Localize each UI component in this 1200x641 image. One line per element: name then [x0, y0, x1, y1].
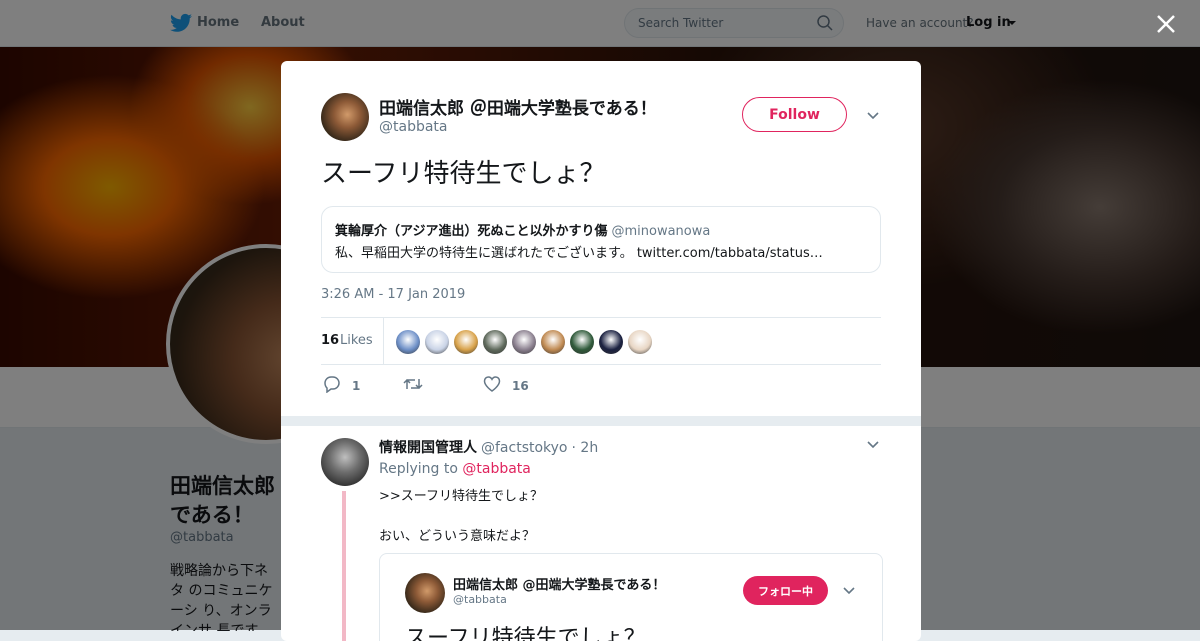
liker-avatar[interactable]	[396, 330, 420, 354]
stats-divider	[383, 318, 384, 364]
liker-avatar[interactable]	[425, 330, 449, 354]
liker-avatar[interactable]	[628, 330, 652, 354]
embed-author-name: 田端信太郎 @田端大学塾長である！	[453, 578, 666, 593]
quoted-author: 箕輪厚介（アジア進出）死ぬこと以外かすり傷 @minowanowa	[335, 220, 710, 239]
tweet-timestamp[interactable]: 3:26 AM - 17 Jan 2019	[321, 287, 465, 302]
tweet-author-name[interactable]: 田端信太郎 ＠田端大学塾長である！	[379, 94, 657, 119]
liker-avatar[interactable]	[570, 330, 594, 354]
replying-to: Replying to @tabbata	[379, 461, 531, 477]
tweet-text: スーフリ特待生でしょ？	[321, 159, 606, 189]
likes-count[interactable]: 16	[321, 333, 339, 348]
quoted-text: 私、早稲田大学の特待生に選ばれたでございます。 twitter.com/tabb…	[335, 246, 823, 261]
reply-author-handle[interactable]: @factstokyo	[481, 440, 568, 456]
embed-author-avatar	[405, 573, 445, 613]
following-button[interactable]: フォロー中	[743, 576, 828, 605]
replying-to-label: Replying to	[379, 461, 458, 477]
liker-avatar[interactable]	[512, 330, 536, 354]
like-count: 16	[512, 379, 529, 393]
embed-author-handle: @tabbata	[453, 593, 507, 606]
heart-icon[interactable]	[483, 375, 501, 393]
reply-icon[interactable]	[323, 375, 341, 393]
reply-count: 1	[352, 379, 361, 393]
chevron-down-icon[interactable]	[843, 587, 855, 595]
liker-avatar[interactable]	[483, 330, 507, 354]
follow-button[interactable]: Follow	[742, 97, 847, 132]
reply-text-line1: >>スーフリ特待生でしょ？	[379, 489, 544, 504]
close-icon[interactable]	[1155, 13, 1177, 35]
reply-author-avatar[interactable]	[321, 438, 369, 486]
liker-avatar[interactable]	[599, 330, 623, 354]
reply-time[interactable]: · 2h	[572, 440, 599, 456]
replies-separator	[281, 416, 921, 426]
replying-to-mention[interactable]: @tabbata	[462, 461, 531, 477]
liker-avatar[interactable]	[541, 330, 565, 354]
liker-avatar[interactable]	[454, 330, 478, 354]
reply-author-name[interactable]: 情報開国管理人	[379, 440, 477, 456]
reply-header: 情報開国管理人 @factstokyo · 2h	[379, 437, 598, 457]
retweet-icon[interactable]	[403, 375, 423, 393]
tweet-modal: 田端信太郎 ＠田端大学塾長である！ @tabbata Follow スーフリ特待…	[281, 61, 921, 641]
quoted-author-handle: @minowanowa	[611, 224, 711, 239]
reply-text-line2: おい、どういう意味だよ？	[379, 529, 536, 544]
embedded-tweet[interactable]: 田端信太郎 @田端大学塾長である！ @tabbata フォロー中 スーフリ特待生…	[379, 553, 883, 641]
thread-line	[342, 491, 346, 641]
tweet-stats: 16 Likes	[321, 317, 881, 365]
tweet-author-handle[interactable]: @tabbata	[379, 119, 448, 135]
quoted-author-name: 箕輪厚介（アジア進出）死ぬこと以外かすり傷	[335, 224, 608, 239]
chevron-down-icon[interactable]	[867, 441, 879, 449]
tweet-author-avatar[interactable]	[321, 93, 369, 141]
chevron-down-icon[interactable]	[867, 112, 879, 120]
quoted-tweet[interactable]: 箕輪厚介（アジア進出）死ぬこと以外かすり傷 @minowanowa 私、早稲田大学…	[321, 206, 881, 273]
embed-tweet-text: スーフリ特待生でしょ？	[405, 626, 646, 641]
likes-label[interactable]: Likes	[340, 333, 373, 348]
tweet-actions: 1 16	[321, 375, 881, 397]
